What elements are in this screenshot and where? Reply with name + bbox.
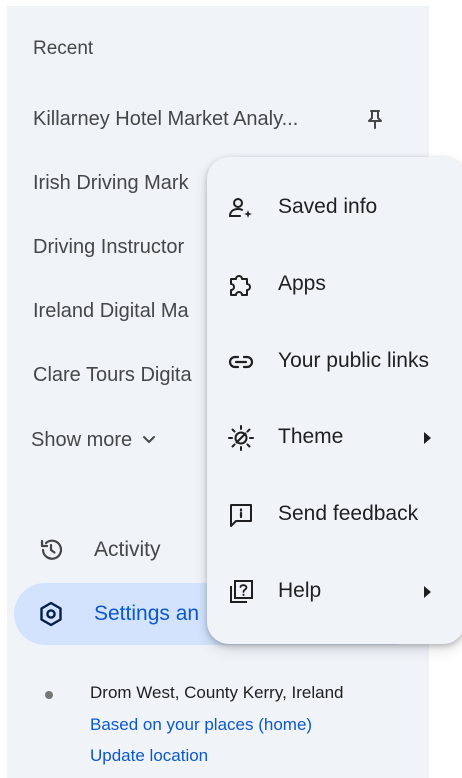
recent-heading: Recent — [33, 38, 94, 59]
update-location-link[interactable]: Update location — [90, 746, 208, 766]
submenu-arrow-icon — [424, 586, 431, 598]
history-icon — [40, 539, 63, 560]
show-more-button[interactable]: Show more — [31, 420, 156, 460]
link-icon — [228, 355, 254, 369]
location-dot-icon — [45, 691, 53, 699]
show-more-label: Show more — [31, 428, 133, 451]
pin-icon[interactable] — [366, 109, 384, 129]
location-source-link[interactable]: Based on your places (home) — [90, 715, 312, 735]
chevron-down-icon — [143, 436, 156, 444]
menu-item-send-feedback[interactable]: Send feedback — [207, 484, 462, 544]
theme-icon — [228, 425, 254, 451]
saved-info-label: Saved info — [278, 195, 378, 218]
send-feedback-label: Send feedback — [278, 502, 419, 525]
public-links-label: Your public links — [278, 349, 429, 372]
theme-label: Theme — [278, 425, 344, 448]
submenu-arrow-icon — [424, 432, 431, 444]
person-sparkle-icon — [229, 198, 252, 218]
settings-gear-icon — [40, 601, 62, 627]
help-icon — [230, 580, 253, 603]
nav-activity-label: Activity — [94, 538, 161, 561]
apps-label: Apps — [278, 272, 326, 295]
feedback-icon — [230, 504, 252, 527]
puzzle-icon — [230, 275, 251, 296]
recent-item-label: Killarney Hotel Market Analy... — [33, 107, 299, 130]
menu-item-public-links[interactable]: Your public links — [207, 331, 462, 391]
menu-item-theme[interactable]: Theme — [207, 407, 462, 467]
nav-settings-label: Settings an — [94, 602, 200, 625]
menu-item-help[interactable]: Help — [207, 561, 462, 621]
settings-menu: Saved info Apps Your public links Theme — [207, 157, 462, 644]
menu-item-apps[interactable]: Apps — [207, 254, 462, 314]
menu-item-saved-info[interactable]: Saved info — [207, 177, 462, 237]
help-label: Help — [278, 579, 322, 602]
location-place: Drom West, County Kerry, Ireland — [90, 683, 344, 702]
recent-item-killarney[interactable]: Killarney Hotel Market Analy... — [33, 99, 393, 139]
